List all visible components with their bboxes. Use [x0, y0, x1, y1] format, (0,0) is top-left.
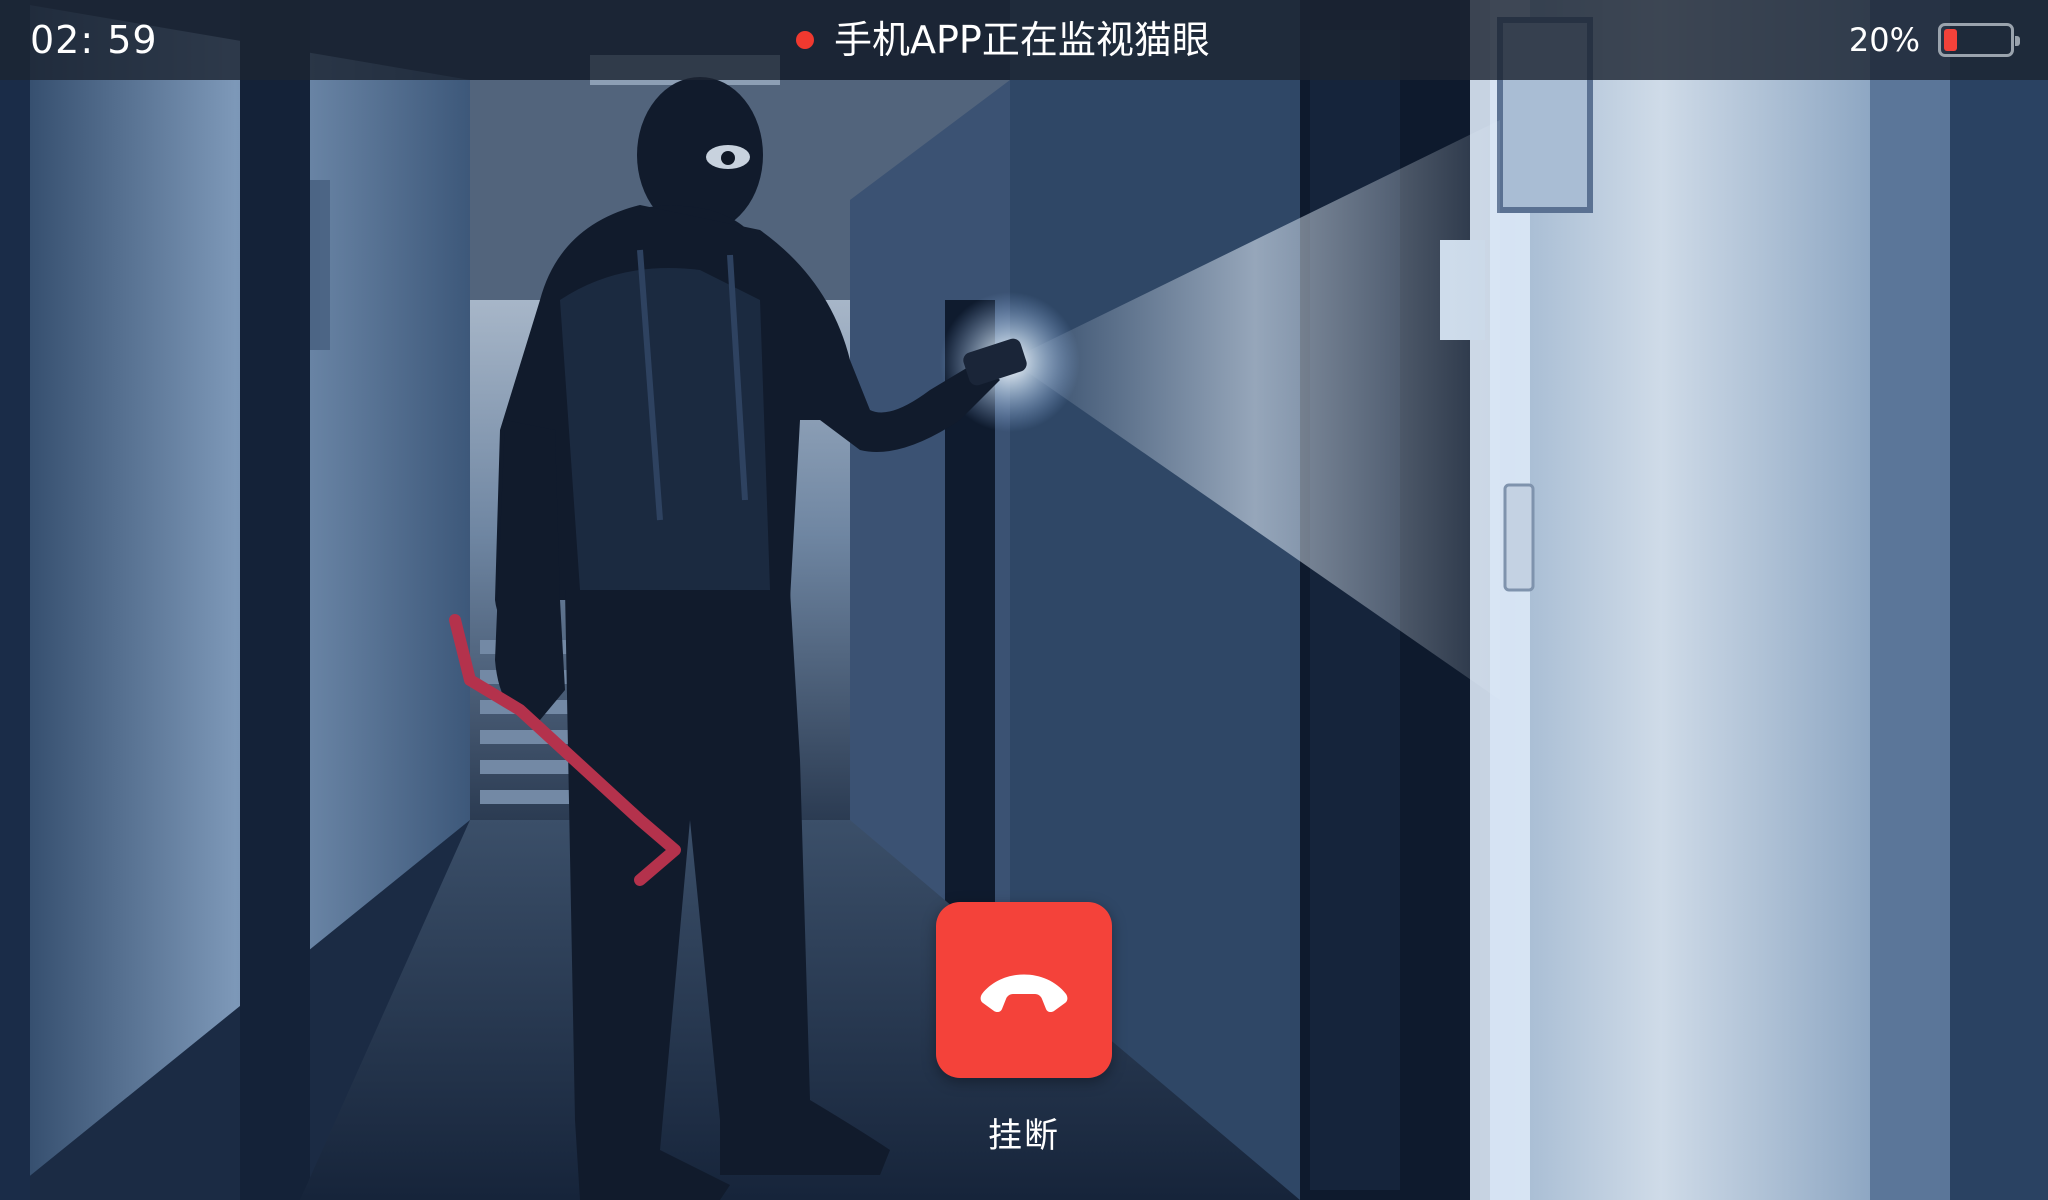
hangup-label: 挂断: [988, 1116, 1060, 1156]
hangup-button[interactable]: [936, 902, 1112, 1078]
call-status-bar: 02: 59 手机APP正在监视猫眼 20%: [0, 0, 2048, 80]
phone-hangup-icon: [980, 974, 1068, 1013]
recording-dot-icon: [796, 31, 814, 49]
battery-indicator: 20%: [1848, 18, 2020, 62]
battery-cap: [2015, 36, 2020, 46]
call-timer: 02: 59: [30, 18, 158, 62]
battery-icon: [1938, 23, 2020, 57]
battery-level-fill: [1944, 29, 1957, 51]
monitoring-status: 手机APP正在监视猫眼: [796, 16, 1210, 64]
monitoring-status-text: 手机APP正在监视猫眼: [834, 18, 1210, 62]
battery-percent: 20%: [1848, 21, 1920, 59]
